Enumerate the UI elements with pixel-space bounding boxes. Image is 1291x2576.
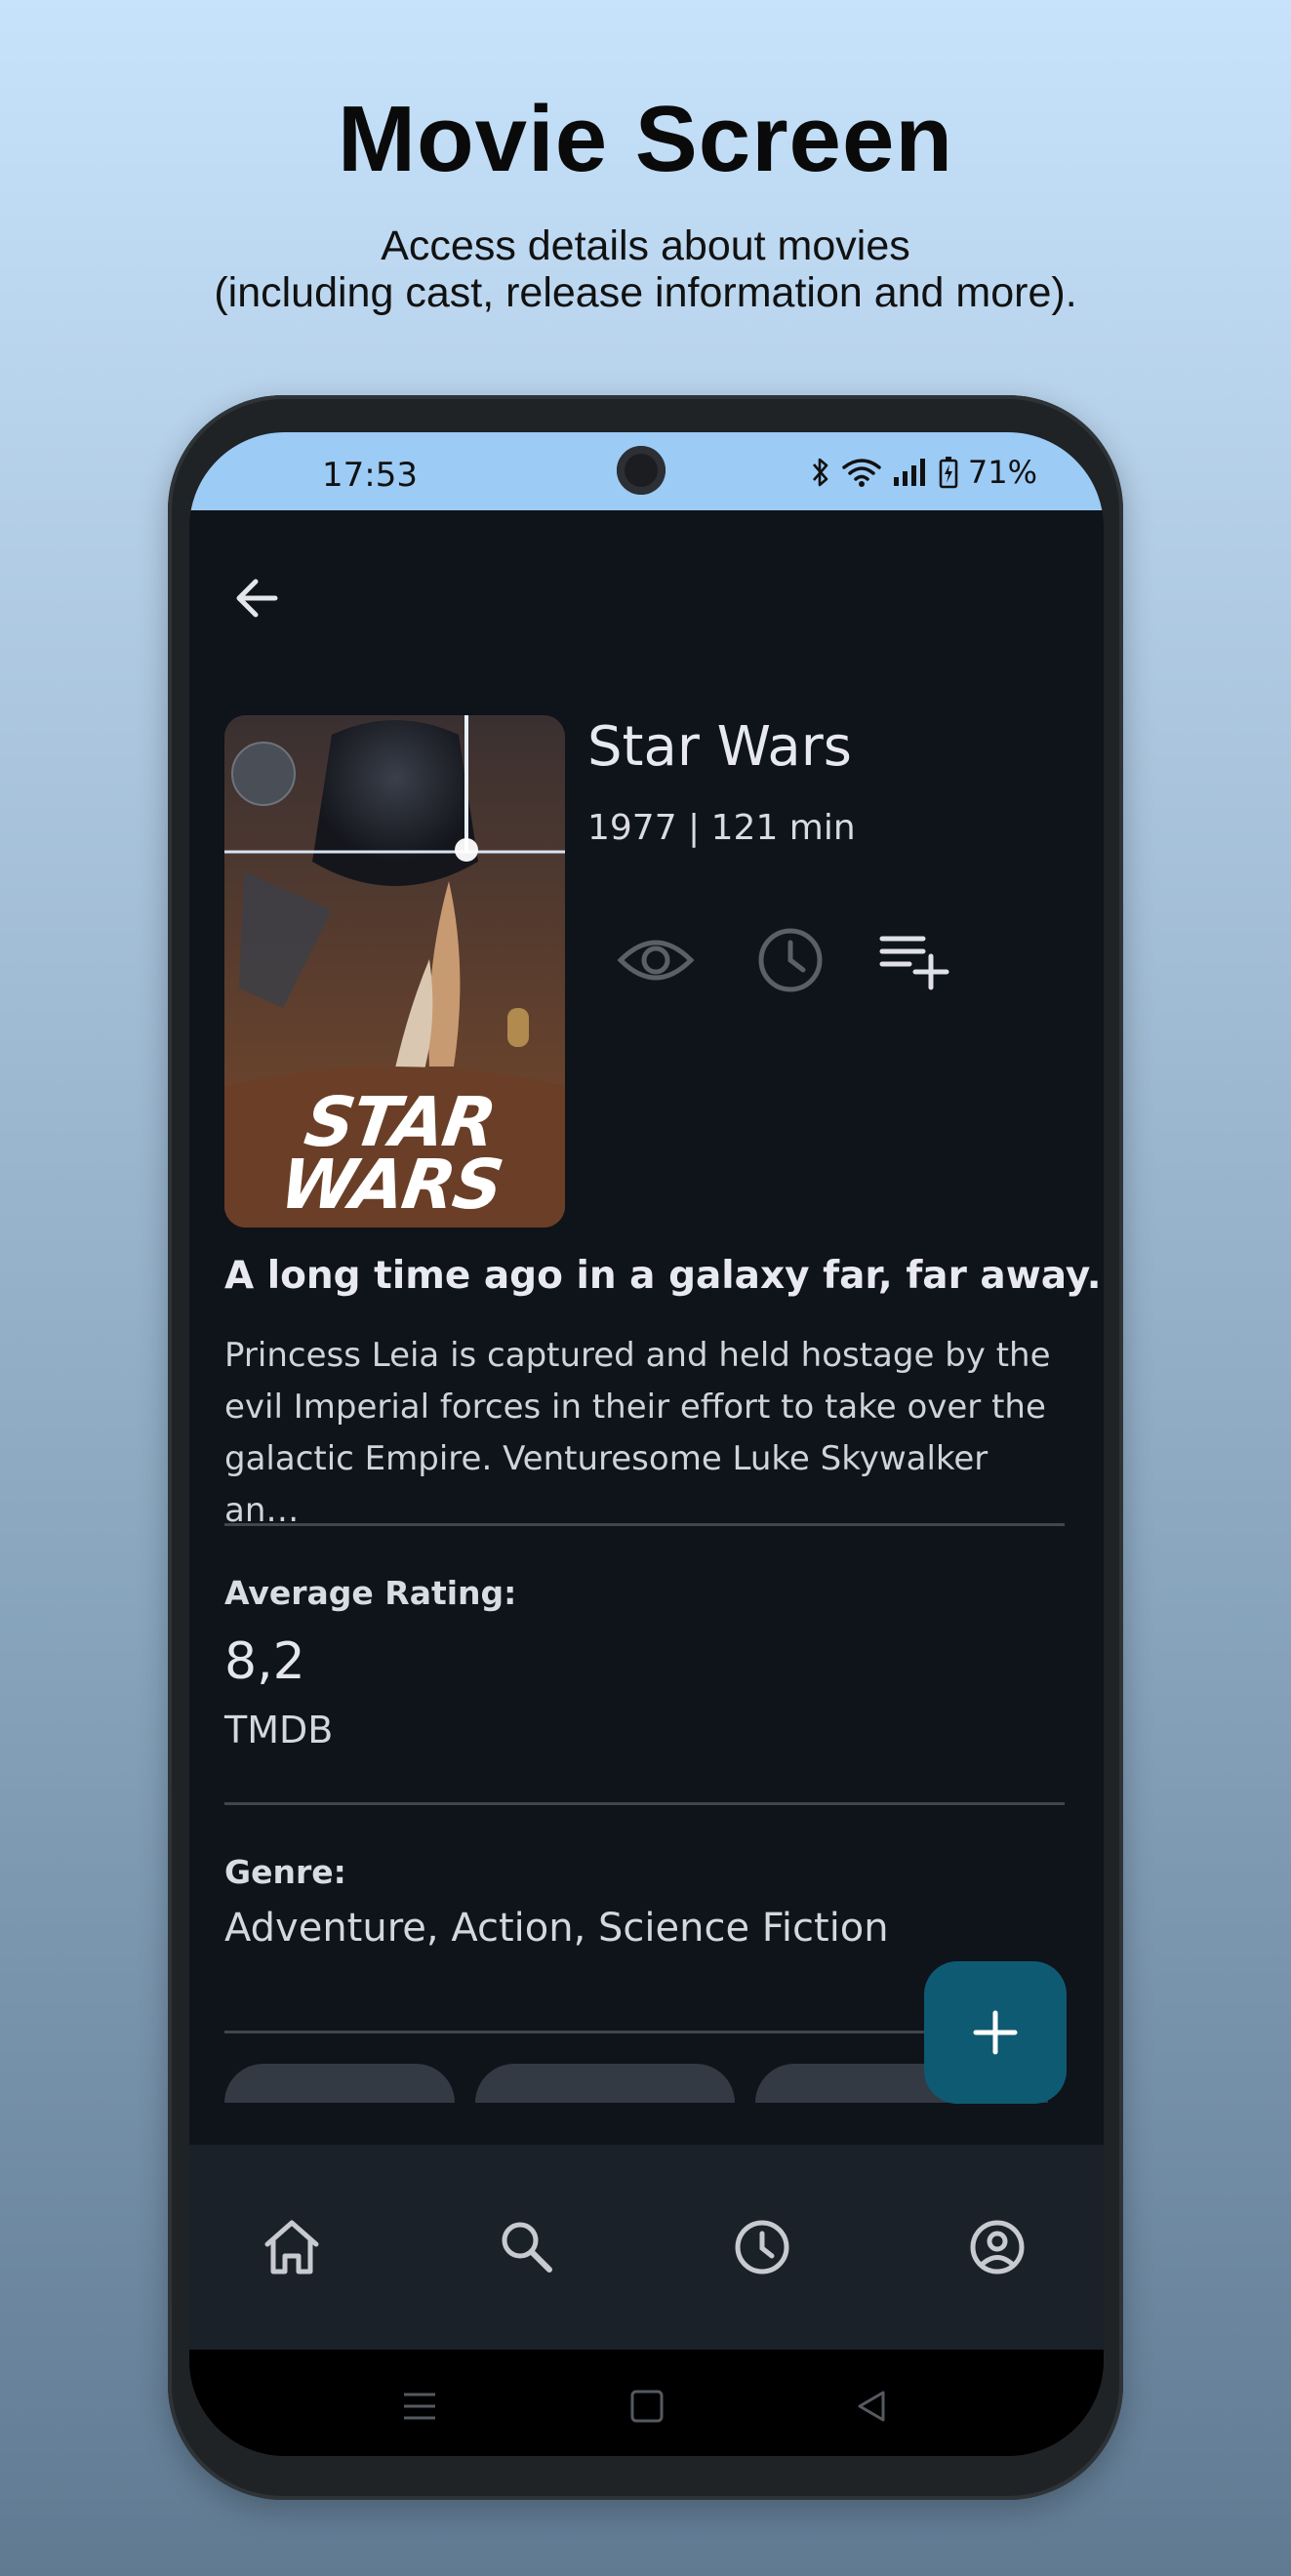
movie-title: Star Wars [587,715,852,779]
movie-tagline: A long time ago in a galaxy far, far awa… [224,1254,1104,1298]
account-icon[interactable] [953,2203,1041,2291]
genre-label: Genre: [224,1853,346,1891]
bottom-navigation [189,2145,1104,2350]
status-icons: 71% [810,454,1037,491]
movie-meta: 1977 | 121 min [587,808,856,848]
promo-subtitle-line1: Access details about movies [381,222,910,269]
genre-value: Adventure, Action, Science Fiction [224,1906,889,1951]
trailer-chip[interactable] [224,2064,455,2103]
rating-source: TMDB [224,1709,334,1751]
playlist-add-icon[interactable] [872,919,954,1001]
overview-line: evil Imperial forces in their effort to … [224,1388,1046,1427]
poster-logo: STAR WARS [245,1082,545,1225]
movie-poster: STAR WARS [224,715,565,1228]
recents-icon[interactable] [398,2385,441,2428]
promo-subtitle-line2: (including cast, release information and… [214,269,1077,316]
plus-icon [973,2010,1018,2055]
history-icon[interactable] [718,2203,806,2291]
promo-title: Movie Screen [338,87,953,191]
overview-line: galactic Empire. Venturesome Luke Skywal… [224,1439,988,1530]
status-bar: 17:53 71% [189,432,1104,510]
bluetooth-icon [812,458,828,487]
poster-logo-line2: WARS [275,1145,506,1225]
back-triangle-icon[interactable] [850,2385,893,2428]
reviews-chip[interactable] [475,2064,735,2103]
home-button-icon[interactable] [625,2385,668,2428]
clock-icon[interactable] [749,919,831,1001]
overview-line: Princess Leia is captured and held hosta… [224,1336,1051,1375]
promo-subtitle: Access details about movies (including c… [0,222,1291,316]
camera-cutout [617,446,666,495]
signal-icon [893,459,925,486]
rating-value: 8,2 [224,1632,305,1691]
battery-icon [939,457,958,489]
rating-label: Average Rating: [224,1574,517,1612]
phone-frame: 17:53 71% STAR WARS Star Wars 1977 | 121… [168,395,1123,2500]
home-icon[interactable] [248,2203,336,2291]
back-arrow-icon[interactable] [226,567,289,629]
movie-overview[interactable]: Princess Leia is captured and held hosta… [224,1330,1064,1537]
search-icon[interactable] [483,2203,571,2291]
add-fab-button[interactable] [924,1961,1067,2104]
divider [224,1523,1065,1526]
battery-percentage: 71% [967,454,1037,491]
status-time: 17:53 [322,456,418,495]
divider [224,1802,1065,1805]
wifi-icon [842,459,881,487]
system-navigation-bar [189,2350,1104,2456]
phone-screen: 17:53 71% STAR WARS Star Wars 1977 | 121… [189,432,1104,2456]
eye-icon[interactable] [615,919,697,1001]
